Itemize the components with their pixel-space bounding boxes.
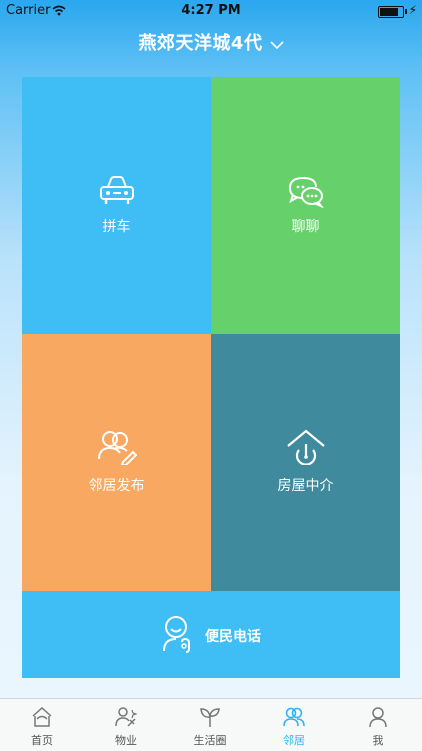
neighbors-post-icon [97,431,137,465]
property-icon [115,707,137,727]
status-time: 4:27 PM [181,3,241,18]
sprout-icon [200,708,220,727]
tab-home[interactable]: 首页 [0,699,84,751]
feature-grid: 拼车 聊聊 邻居发布 房屋中介 便民电话 [22,77,400,678]
house-icon [286,429,325,465]
chat-label: 聊聊 [291,219,320,235]
hotline-tile[interactable]: 便民电话 [22,591,400,678]
hotline-label: 便民电话 [205,629,261,645]
tab-neighbors[interactable]: 邻居 [252,699,336,751]
tab-me-label: 我 [372,734,384,747]
charging-icon: ⚡ [408,3,417,17]
tab-property[interactable]: 物业 [84,699,168,751]
neighbor-post-tile[interactable]: 邻居发布 [22,334,211,591]
neighbor-post-label: 邻居发布 [88,478,145,494]
chevron-down-icon[interactable] [269,40,284,50]
real-estate-label: 房屋中介 [277,478,334,494]
car-icon [99,176,134,204]
battery-icon [378,6,404,18]
battery-tip [405,9,407,14]
phone-service-icon [163,616,190,653]
real-estate-tile[interactable]: 房屋中介 [211,334,400,591]
tab-bar: 首页 物业 生活圈 邻居 我 [0,698,422,751]
home-icon [32,706,52,727]
chat-tile[interactable]: 聊聊 [211,77,400,334]
tab-home-label: 首页 [31,734,53,747]
carpool-label: 拼车 [102,219,131,235]
status-bar: Carrier 4:27 PM ⚡ [0,0,422,22]
tab-life-circle[interactable]: 生活圈 [168,699,252,751]
tab-neighbors-label: 邻居 [283,734,305,747]
tab-property-label: 物业 [115,734,137,747]
carpool-tile[interactable]: 拼车 [22,77,211,334]
tab-life-circle-label: 生活圈 [193,734,227,747]
neighbors-icon [283,707,305,727]
nav-header[interactable]: 燕郊天洋城4代 [0,26,422,62]
chat-bubbles-icon [288,176,324,208]
tab-me[interactable]: 我 [336,699,420,751]
community-title[interactable]: 燕郊天洋城4代 [138,33,262,54]
profile-icon [369,707,387,728]
